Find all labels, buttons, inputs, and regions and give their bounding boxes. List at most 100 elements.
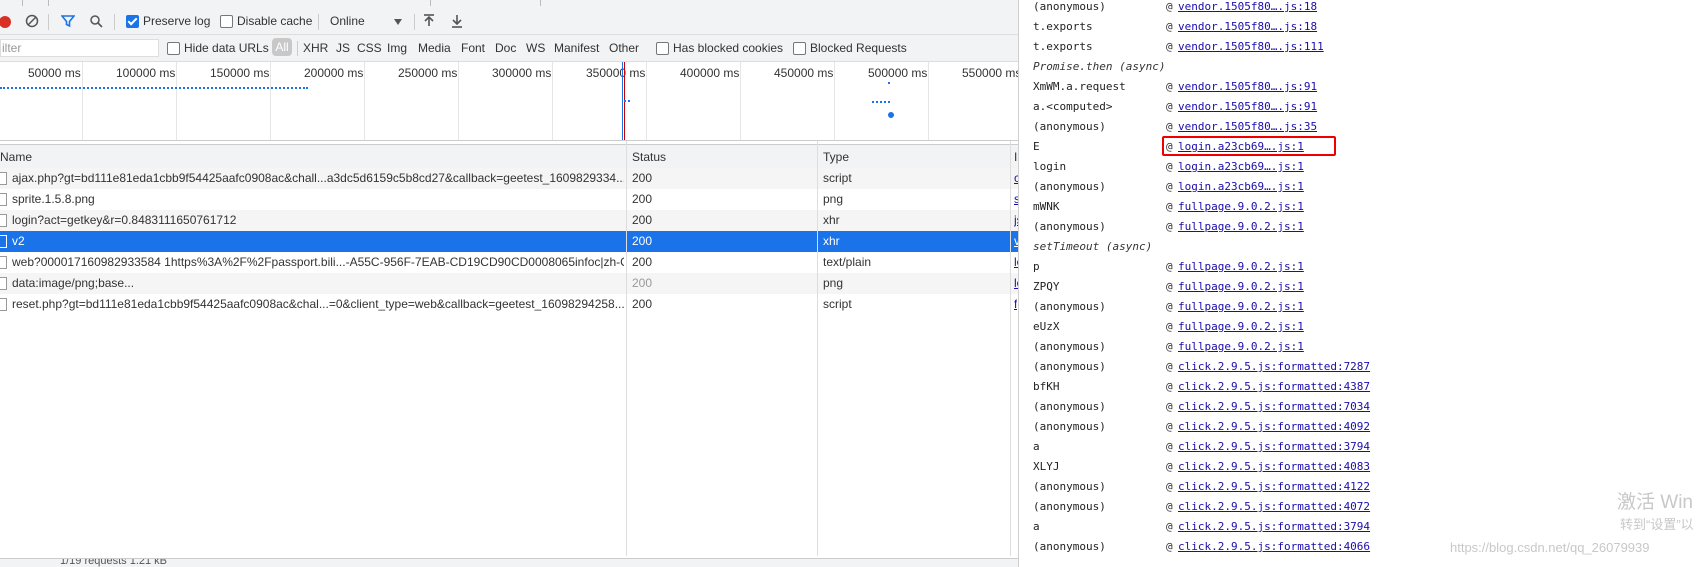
source-link[interactable]: vendor.1505f80….js:91 bbox=[1178, 100, 1317, 113]
source-link[interactable]: fullpage.9.0.2.js:1 bbox=[1178, 340, 1304, 353]
source-link[interactable]: click.2.9.5.js:formatted:4092 bbox=[1178, 420, 1370, 433]
source-link[interactable]: fullpage.9.0.2.js:1 bbox=[1178, 280, 1304, 293]
function-name: (anonymous) bbox=[1033, 180, 1106, 193]
filter-type-css[interactable]: CSS bbox=[357, 41, 382, 55]
call-frame: (anonymous) @ fullpage.9.0.2.js:1 bbox=[1019, 337, 1700, 357]
source-link[interactable]: vendor.1505f80….js:111 bbox=[1178, 40, 1324, 53]
request-name: login?act=getkey&r=0.8483111650761712 bbox=[12, 213, 237, 227]
strip-divider bbox=[22, 0, 23, 6]
table-row[interactable]: web?000017160982933584 1https%3A%2F%2Fpa… bbox=[0, 252, 1018, 273]
source-link[interactable]: click.2.9.5.js:formatted:3794 bbox=[1178, 520, 1370, 533]
source-link[interactable]: vendor.1505f80….js:18 bbox=[1178, 0, 1317, 13]
async-label: setTimeout (async) bbox=[1033, 240, 1153, 253]
timeline-gridline bbox=[928, 62, 929, 140]
request-status: 200 bbox=[632, 276, 653, 290]
source-link[interactable]: click.2.9.5.js:formatted:4387 bbox=[1178, 380, 1370, 393]
column-header-type[interactable]: Type bbox=[823, 150, 849, 164]
clear-icon[interactable] bbox=[24, 13, 40, 29]
filter-bar: ilter Hide data URLs All XHR JS CSS Img … bbox=[0, 35, 1018, 62]
search-icon[interactable] bbox=[88, 13, 104, 29]
table-row-selected[interactable]: v2 200 xhr v bbox=[0, 231, 1018, 252]
request-initiator[interactable]: f bbox=[1014, 297, 1017, 311]
at-symbol: @ bbox=[1166, 100, 1173, 113]
disable-cache-checkbox[interactable] bbox=[220, 15, 233, 28]
at-symbol: @ bbox=[1166, 120, 1173, 133]
source-link[interactable]: click.2.9.5.js:formatted:4122 bbox=[1178, 480, 1370, 493]
source-link[interactable]: vendor.1505f80….js:18 bbox=[1178, 20, 1317, 33]
filter-type-doc[interactable]: Doc bbox=[495, 41, 516, 55]
function-name: mWNK bbox=[1033, 200, 1060, 213]
async-separator: Promise.then (async) bbox=[1019, 57, 1700, 77]
call-frame: a.<computed> @ vendor.1505f80….js:91 bbox=[1019, 97, 1700, 117]
filter-type-manifest[interactable]: Manifest bbox=[554, 41, 599, 55]
source-link[interactable]: fullpage.9.0.2.js:1 bbox=[1178, 260, 1304, 273]
source-link[interactable]: fullpage.9.0.2.js:1 bbox=[1178, 220, 1304, 233]
export-har-icon[interactable] bbox=[449, 13, 465, 29]
filter-all-button[interactable]: All bbox=[272, 38, 292, 56]
column-header-name[interactable]: Name bbox=[0, 150, 32, 164]
source-link[interactable]: login.a23cb69….js:1 bbox=[1178, 180, 1304, 193]
timeline-overview[interactable]: 50000 ms 100000 ms 150000 ms 200000 ms 2… bbox=[0, 62, 1018, 141]
file-icon bbox=[0, 214, 7, 227]
source-link[interactable]: login.a23cb69….js:1 bbox=[1178, 160, 1304, 173]
call-frame: (anonymous) @ click.2.9.5.js:formatted:703… bbox=[1019, 397, 1700, 417]
source-link[interactable]: fullpage.9.0.2.js:1 bbox=[1178, 320, 1304, 333]
filter-type-js[interactable]: JS bbox=[336, 41, 350, 55]
column-divider[interactable] bbox=[1010, 141, 1011, 556]
function-name: (anonymous) bbox=[1033, 220, 1106, 233]
filter-type-font[interactable]: Font bbox=[461, 41, 485, 55]
function-name: (anonymous) bbox=[1033, 340, 1106, 353]
source-link[interactable]: vendor.1505f80….js:91 bbox=[1178, 80, 1317, 93]
filter-input[interactable]: ilter bbox=[0, 39, 159, 57]
function-name: a bbox=[1033, 440, 1040, 453]
table-row[interactable]: ajax.php?gt=bd111e81eda1cbb9f54425aafc09… bbox=[0, 168, 1018, 189]
at-symbol: @ bbox=[1166, 520, 1173, 533]
filter-icon[interactable] bbox=[60, 13, 76, 29]
preserve-log-checkbox[interactable] bbox=[126, 15, 139, 28]
at-symbol: @ bbox=[1166, 440, 1173, 453]
column-header-initiator[interactable]: I bbox=[1014, 150, 1017, 164]
timeline-gridline bbox=[176, 62, 177, 140]
call-frame: mWNK @ fullpage.9.0.2.js:1 bbox=[1019, 197, 1700, 217]
request-status: 200 bbox=[632, 171, 653, 185]
chevron-down-icon[interactable] bbox=[390, 14, 406, 30]
source-link[interactable]: click.2.9.5.js:formatted:7034 bbox=[1178, 400, 1370, 413]
record-button[interactable] bbox=[0, 16, 11, 28]
table-row[interactable]: reset.php?gt=bd111e81eda1cbb9f54425aafc0… bbox=[0, 294, 1018, 315]
source-link[interactable]: click.2.9.5.js:formatted:4083 bbox=[1178, 460, 1370, 473]
filter-type-media[interactable]: Media bbox=[418, 41, 451, 55]
hide-data-urls-checkbox[interactable] bbox=[167, 42, 180, 55]
filter-type-other[interactable]: Other bbox=[609, 41, 639, 55]
request-status: 200 bbox=[632, 192, 653, 206]
column-header-status[interactable]: Status bbox=[632, 150, 666, 164]
import-har-icon[interactable] bbox=[421, 13, 437, 29]
toolbar-separator bbox=[114, 14, 115, 30]
request-status: 200 bbox=[632, 213, 653, 227]
throttling-select[interactable]: Online bbox=[330, 14, 365, 28]
call-frame: ZPQY @ fullpage.9.0.2.js:1 bbox=[1019, 277, 1700, 297]
function-name: (anonymous) bbox=[1033, 0, 1106, 13]
source-link[interactable]: click.2.9.5.js:formatted:4072 bbox=[1178, 500, 1370, 513]
function-name: (anonymous) bbox=[1033, 400, 1106, 413]
column-divider[interactable] bbox=[817, 141, 818, 556]
network-status-bar: 1/19 requests 1.21 kB bbox=[0, 558, 1018, 567]
filter-type-img[interactable]: Img bbox=[387, 41, 407, 55]
source-link[interactable]: vendor.1505f80….js:35 bbox=[1178, 120, 1317, 133]
source-link[interactable]: fullpage.9.0.2.js:1 bbox=[1178, 300, 1304, 313]
column-divider[interactable] bbox=[626, 141, 627, 556]
table-row[interactable]: data:image/png;base... 200 png lo bbox=[0, 273, 1018, 294]
at-symbol: @ bbox=[1166, 300, 1173, 313]
table-row[interactable]: sprite.1.5.8.png 200 png s bbox=[0, 189, 1018, 210]
source-link[interactable]: fullpage.9.0.2.js:1 bbox=[1178, 200, 1304, 213]
filter-type-xhr[interactable]: XHR bbox=[303, 41, 328, 55]
at-symbol: @ bbox=[1166, 380, 1173, 393]
timeline-tick-label: 550000 ms bbox=[962, 66, 1018, 80]
request-type: xhr bbox=[823, 234, 840, 248]
source-link[interactable]: click.2.9.5.js:formatted:3794 bbox=[1178, 440, 1370, 453]
has-blocked-cookies-checkbox[interactable] bbox=[656, 42, 669, 55]
blocked-requests-checkbox[interactable] bbox=[793, 42, 806, 55]
filter-type-ws[interactable]: WS bbox=[526, 41, 545, 55]
source-link[interactable]: click.2.9.5.js:formatted:7287 bbox=[1178, 360, 1370, 373]
table-row[interactable]: login?act=getkey&r=0.8483111650761712 20… bbox=[0, 210, 1018, 231]
source-link[interactable]: click.2.9.5.js:formatted:4066 bbox=[1178, 540, 1370, 553]
